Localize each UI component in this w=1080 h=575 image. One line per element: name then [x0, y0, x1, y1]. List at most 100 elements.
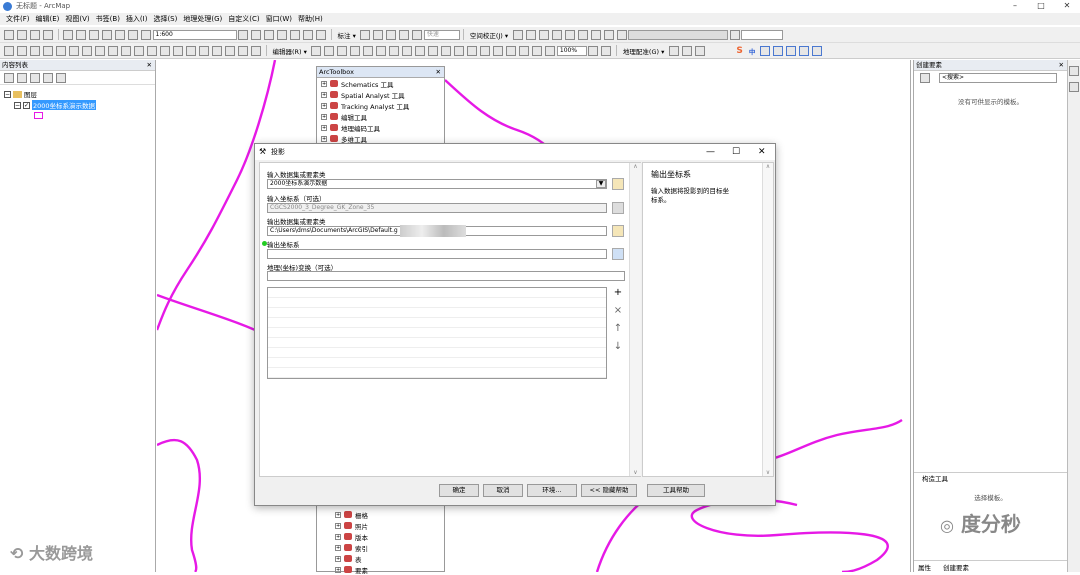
attributes-icon[interactable]: [454, 45, 465, 56]
cancel-button[interactable]: 取消: [483, 484, 523, 497]
toolbox-schematics[interactable]: + Schematics 工具: [317, 78, 444, 89]
dialog-close-button[interactable]: ✕: [758, 144, 766, 160]
trace-icon[interactable]: [363, 45, 374, 56]
goto-xy-icon[interactable]: [225, 45, 235, 56]
layout-zoom-in-icon[interactable]: [493, 45, 504, 56]
toolbox-geocoding[interactable]: + 地理编码工具: [317, 122, 444, 133]
sogou-ime-icon[interactable]: S: [736, 46, 742, 56]
browse-folder-icon[interactable]: [612, 178, 624, 190]
select-elements-icon[interactable]: [134, 45, 144, 56]
menu-edit[interactable]: 编辑(E): [36, 14, 60, 24]
label-view-icon[interactable]: [412, 29, 423, 40]
menu-bookmarks[interactable]: 书签(B): [96, 14, 120, 24]
edgematch-icon[interactable]: [603, 29, 614, 40]
end-point-arc-icon[interactable]: [350, 45, 361, 56]
select-features-icon[interactable]: [108, 45, 118, 56]
modelbuilder-icon[interactable]: [316, 29, 326, 40]
point-icon[interactable]: [376, 45, 387, 56]
search-box[interactable]: [741, 29, 784, 40]
identify-icon[interactable]: [147, 45, 157, 56]
paste-icon[interactable]: [89, 29, 99, 40]
route-icon[interactable]: [212, 45, 222, 56]
link-table-icon[interactable]: [577, 29, 588, 40]
grid-icon[interactable]: [564, 29, 575, 40]
label-lock-icon[interactable]: [373, 29, 384, 40]
python-icon[interactable]: [303, 29, 313, 40]
cut-icon[interactable]: [63, 29, 73, 40]
copy-icon[interactable]: [76, 29, 86, 40]
input-dataset-combo[interactable]: 2000坐标系演示数据: [267, 179, 607, 189]
attribute-transfer-icon[interactable]: [616, 29, 627, 40]
maximize-button[interactable]: □: [1028, 0, 1054, 12]
pan-icon[interactable]: [30, 45, 40, 56]
zoom-whole-page-icon[interactable]: [532, 45, 543, 56]
tab-attributes[interactable]: 属性: [918, 562, 931, 572]
delete-icon[interactable]: [102, 29, 112, 40]
focus-frame-icon[interactable]: [601, 45, 612, 56]
layer-visibility-checkbox[interactable]: ✓: [23, 101, 30, 109]
ime-chinese-mode[interactable]: 中: [749, 46, 756, 56]
editor-menu[interactable]: 编辑器(R) ▾: [273, 46, 307, 56]
adjust-combo[interactable]: [628, 29, 729, 40]
straight-segment-icon[interactable]: [337, 45, 348, 56]
environments-button[interactable]: 环境...: [527, 484, 577, 497]
viewer-icon[interactable]: [251, 45, 261, 56]
label-pin-icon[interactable]: [399, 29, 410, 40]
layers-group-row[interactable]: − 图层: [4, 89, 37, 99]
transform-list[interactable]: [267, 287, 607, 379]
toolset-table[interactable]: + 表: [331, 553, 368, 564]
move-up-icon[interactable]: ↑: [612, 323, 624, 335]
menu-file[interactable]: 文件(F): [6, 14, 30, 24]
toolbox-tracking-analyst[interactable]: + Tracking Analyst 工具: [317, 100, 444, 111]
layer-symbol[interactable]: [34, 112, 43, 119]
toolset-features[interactable]: + 要素: [331, 564, 368, 575]
reshape-icon[interactable]: [402, 45, 413, 56]
browse-folder-icon[interactable]: [612, 225, 624, 237]
parameters-scrollbar[interactable]: ∧ ∨: [629, 163, 641, 476]
sketch-properties-icon[interactable]: [467, 45, 478, 56]
html-popup-icon[interactable]: [173, 45, 183, 56]
toolset-indexes[interactable]: + 索引: [331, 542, 368, 553]
list-by-visibility-icon[interactable]: [29, 72, 40, 83]
menu-geoprocessing[interactable]: 地理处理(G): [183, 14, 222, 24]
minimize-button[interactable]: –: [1002, 0, 1028, 12]
fixed-zoom-out-icon[interactable]: [69, 45, 79, 56]
search-dock-icon[interactable]: [1069, 82, 1079, 92]
layout-zoom-combo[interactable]: 100%: [556, 45, 587, 56]
tool-help-button[interactable]: 工具帮助: [647, 484, 705, 497]
create-features-icon[interactable]: [480, 45, 491, 56]
toc-options-icon[interactable]: [55, 72, 66, 83]
back-icon[interactable]: [82, 45, 92, 56]
print-icon[interactable]: [43, 29, 53, 40]
toolset-raster[interactable]: + 栅格: [331, 509, 368, 520]
edit-vertices-icon[interactable]: [389, 45, 400, 56]
georef-layer-icon[interactable]: [668, 45, 679, 56]
expand-icon[interactable]: −: [14, 101, 21, 109]
zoom-tool-icon[interactable]: [729, 29, 740, 40]
tab-create-features[interactable]: 创建要素: [943, 562, 969, 572]
label-manager-menu[interactable]: 标注 ▾: [338, 30, 356, 40]
layout-zoom-out-icon[interactable]: [506, 45, 517, 56]
chevron-down-icon[interactable]: ▼: [596, 180, 606, 188]
spatial-adjust-menu[interactable]: 空间校正(J) ▾: [470, 30, 508, 40]
template-search-input[interactable]: <搜索>: [939, 73, 1057, 83]
redo-icon[interactable]: [128, 29, 138, 40]
link-icon[interactable]: [525, 29, 536, 40]
spatial-reference-properties-icon[interactable]: [612, 248, 624, 260]
toolbox-editing[interactable]: + 编辑工具: [317, 111, 444, 122]
toc-close-icon[interactable]: ✕: [147, 60, 152, 71]
microphone-icon[interactable]: [772, 45, 783, 56]
zoom-out-icon[interactable]: [17, 45, 27, 56]
dialog-maximize-button[interactable]: ☐: [732, 144, 740, 160]
list-by-drawing-order-icon[interactable]: [3, 72, 14, 83]
toggle-draft-icon[interactable]: [588, 45, 599, 56]
menu-view[interactable]: 视图(V): [65, 14, 89, 24]
rotate-icon[interactable]: [441, 45, 452, 56]
arctoolbox-close-icon[interactable]: ✕: [436, 67, 441, 78]
remove-icon[interactable]: ×: [612, 305, 624, 317]
search-window-icon[interactable]: [277, 29, 287, 40]
move-down-icon[interactable]: ↓: [612, 341, 624, 353]
ime-toolbox-icon[interactable]: [811, 45, 822, 56]
shift-raster-icon[interactable]: [694, 45, 705, 56]
adjust-icon[interactable]: [538, 29, 549, 40]
